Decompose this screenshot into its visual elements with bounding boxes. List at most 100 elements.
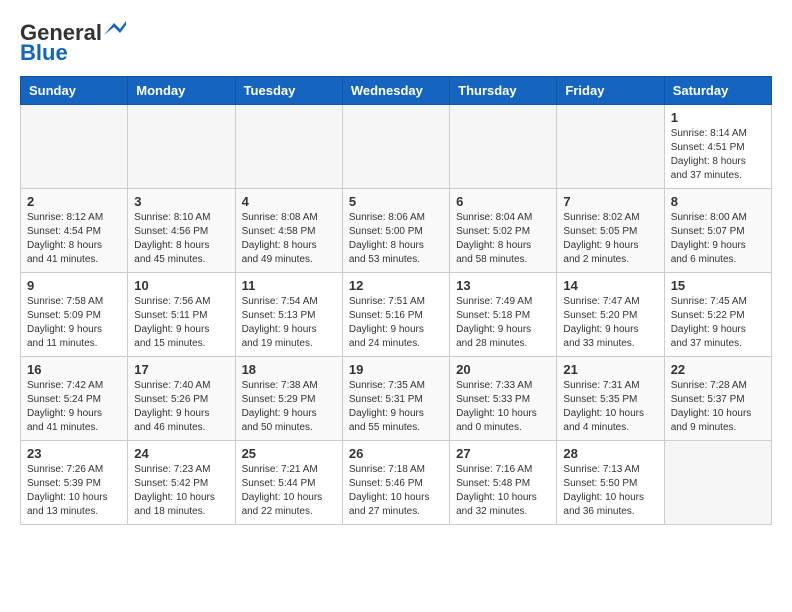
weekday-header: Saturday bbox=[664, 77, 771, 105]
day-number: 10 bbox=[134, 278, 228, 293]
day-info: Sunrise: 7:38 AM Sunset: 5:29 PM Dayligh… bbox=[242, 379, 336, 435]
calendar-cell: 4 Sunrise: 8:08 AM Sunset: 4:58 PM Daylig… bbox=[235, 189, 342, 273]
day-number: 20 bbox=[456, 362, 550, 377]
day-info: Sunrise: 7:49 AM Sunset: 5:18 PM Dayligh… bbox=[456, 295, 550, 351]
calendar-cell: 24 Sunrise: 7:23 AM Sunset: 5:42 PM Dayli… bbox=[128, 441, 235, 525]
calendar-week-row: 9 Sunrise: 7:58 AM Sunset: 5:09 PM Daylig… bbox=[21, 273, 772, 357]
calendar-cell bbox=[128, 105, 235, 189]
day-number: 9 bbox=[27, 278, 121, 293]
calendar-cell: 15Sunrise: 7:45 AM Sunset: 5:22 PM Dayli… bbox=[664, 273, 771, 357]
calendar-cell: 14 Sunrise: 7:47 AM Sunset: 5:20 PM Dayli… bbox=[557, 273, 664, 357]
day-info: Sunrise: 8:06 AM Sunset: 5:00 PM Dayligh… bbox=[349, 211, 443, 267]
calendar-cell: 7 Sunrise: 8:02 AM Sunset: 5:05 PM Daylig… bbox=[557, 189, 664, 273]
day-number: 3 bbox=[134, 194, 228, 209]
calendar-week-row: 2 Sunrise: 8:12 AM Sunset: 4:54 PM Daylig… bbox=[21, 189, 772, 273]
calendar-cell: 6 Sunrise: 8:04 AM Sunset: 5:02 PM Daylig… bbox=[450, 189, 557, 273]
day-number: 2 bbox=[27, 194, 121, 209]
calendar-cell bbox=[557, 105, 664, 189]
day-number: 25 bbox=[242, 446, 336, 461]
logo: General Blue bbox=[20, 20, 126, 66]
calendar-week-row: 1Sunrise: 8:14 AM Sunset: 4:51 PM Daylig… bbox=[21, 105, 772, 189]
day-info: Sunrise: 8:00 AM Sunset: 5:07 PM Dayligh… bbox=[671, 211, 765, 267]
calendar-cell: 5 Sunrise: 8:06 AM Sunset: 5:00 PM Daylig… bbox=[342, 189, 449, 273]
day-number: 26 bbox=[349, 446, 443, 461]
calendar-cell: 3 Sunrise: 8:10 AM Sunset: 4:56 PM Daylig… bbox=[128, 189, 235, 273]
calendar-cell: 22 Sunrise: 7:28 AM Sunset: 5:37 PM Dayli… bbox=[664, 357, 771, 441]
day-number: 28 bbox=[563, 446, 657, 461]
day-number: 13 bbox=[456, 278, 550, 293]
day-info: Sunrise: 7:16 AM Sunset: 5:48 PM Dayligh… bbox=[456, 463, 550, 519]
day-number: 4 bbox=[242, 194, 336, 209]
day-info: Sunrise: 7:58 AM Sunset: 5:09 PM Dayligh… bbox=[27, 295, 121, 351]
day-number: 18 bbox=[242, 362, 336, 377]
calendar-cell: 10 Sunrise: 7:56 AM Sunset: 5:11 PM Dayli… bbox=[128, 273, 235, 357]
day-number: 24 bbox=[134, 446, 228, 461]
calendar-cell: 2 Sunrise: 8:12 AM Sunset: 4:54 PM Daylig… bbox=[21, 189, 128, 273]
calendar-cell: 25 Sunrise: 7:21 AM Sunset: 5:44 PM Dayli… bbox=[235, 441, 342, 525]
calendar-cell: 27Sunrise: 7:16 AM Sunset: 5:48 PM Dayli… bbox=[450, 441, 557, 525]
logo-blue: Blue bbox=[20, 40, 68, 66]
day-info: Sunrise: 7:56 AM Sunset: 5:11 PM Dayligh… bbox=[134, 295, 228, 351]
weekday-header: Friday bbox=[557, 77, 664, 105]
calendar-cell: 8 Sunrise: 8:00 AM Sunset: 5:07 PM Daylig… bbox=[664, 189, 771, 273]
day-info: Sunrise: 7:31 AM Sunset: 5:35 PM Dayligh… bbox=[563, 379, 657, 435]
calendar-cell bbox=[664, 441, 771, 525]
calendar-cell: 1Sunrise: 8:14 AM Sunset: 4:51 PM Daylig… bbox=[664, 105, 771, 189]
day-info: Sunrise: 7:28 AM Sunset: 5:37 PM Dayligh… bbox=[671, 379, 765, 435]
day-number: 22 bbox=[671, 362, 765, 377]
calendar-cell: 21 Sunrise: 7:31 AM Sunset: 5:35 PM Dayli… bbox=[557, 357, 664, 441]
day-info: Sunrise: 8:04 AM Sunset: 5:02 PM Dayligh… bbox=[456, 211, 550, 267]
day-number: 6 bbox=[456, 194, 550, 209]
day-number: 14 bbox=[563, 278, 657, 293]
weekday-header: Monday bbox=[128, 77, 235, 105]
calendar-header-row: SundayMondayTuesdayWednesdayThursdayFrid… bbox=[21, 77, 772, 105]
day-number: 23 bbox=[27, 446, 121, 461]
day-number: 7 bbox=[563, 194, 657, 209]
calendar-week-row: 23 Sunrise: 7:26 AM Sunset: 5:39 PM Dayli… bbox=[21, 441, 772, 525]
day-number: 11 bbox=[242, 278, 336, 293]
calendar-cell: 19Sunrise: 7:35 AM Sunset: 5:31 PM Dayli… bbox=[342, 357, 449, 441]
calendar-cell: 17 Sunrise: 7:40 AM Sunset: 5:26 PM Dayli… bbox=[128, 357, 235, 441]
weekday-header: Tuesday bbox=[235, 77, 342, 105]
day-info: Sunrise: 8:12 AM Sunset: 4:54 PM Dayligh… bbox=[27, 211, 121, 267]
day-info: Sunrise: 7:51 AM Sunset: 5:16 PM Dayligh… bbox=[349, 295, 443, 351]
day-info: Sunrise: 8:08 AM Sunset: 4:58 PM Dayligh… bbox=[242, 211, 336, 267]
calendar-cell: 13 Sunrise: 7:49 AM Sunset: 5:18 PM Dayli… bbox=[450, 273, 557, 357]
calendar-table: SundayMondayTuesdayWednesdayThursdayFrid… bbox=[20, 76, 772, 525]
calendar-week-row: 16 Sunrise: 7:42 AM Sunset: 5:24 PM Dayli… bbox=[21, 357, 772, 441]
weekday-header: Wednesday bbox=[342, 77, 449, 105]
calendar-cell bbox=[450, 105, 557, 189]
calendar-cell: 12 Sunrise: 7:51 AM Sunset: 5:16 PM Dayli… bbox=[342, 273, 449, 357]
day-info: Sunrise: 8:02 AM Sunset: 5:05 PM Dayligh… bbox=[563, 211, 657, 267]
day-info: Sunrise: 8:10 AM Sunset: 4:56 PM Dayligh… bbox=[134, 211, 228, 267]
calendar-cell bbox=[342, 105, 449, 189]
day-info: Sunrise: 7:18 AM Sunset: 5:46 PM Dayligh… bbox=[349, 463, 443, 519]
day-number: 8 bbox=[671, 194, 765, 209]
calendar-cell: 23 Sunrise: 7:26 AM Sunset: 5:39 PM Dayli… bbox=[21, 441, 128, 525]
calendar-cell bbox=[21, 105, 128, 189]
day-number: 17 bbox=[134, 362, 228, 377]
day-number: 12 bbox=[349, 278, 443, 293]
calendar-cell: 20 Sunrise: 7:33 AM Sunset: 5:33 PM Dayli… bbox=[450, 357, 557, 441]
page-header: General Blue bbox=[20, 20, 772, 66]
day-number: 16 bbox=[27, 362, 121, 377]
day-info: Sunrise: 7:13 AM Sunset: 5:50 PM Dayligh… bbox=[563, 463, 657, 519]
calendar-cell: 26 Sunrise: 7:18 AM Sunset: 5:46 PM Dayli… bbox=[342, 441, 449, 525]
day-info: Sunrise: 7:45 AM Sunset: 5:22 PM Dayligh… bbox=[671, 295, 765, 351]
day-number: 5 bbox=[349, 194, 443, 209]
day-info: Sunrise: 7:42 AM Sunset: 5:24 PM Dayligh… bbox=[27, 379, 121, 435]
day-info: Sunrise: 7:40 AM Sunset: 5:26 PM Dayligh… bbox=[134, 379, 228, 435]
day-info: Sunrise: 8:14 AM Sunset: 4:51 PM Dayligh… bbox=[671, 127, 765, 183]
calendar-cell bbox=[235, 105, 342, 189]
day-info: Sunrise: 7:23 AM Sunset: 5:42 PM Dayligh… bbox=[134, 463, 228, 519]
day-info: Sunrise: 7:35 AM Sunset: 5:31 PM Dayligh… bbox=[349, 379, 443, 435]
weekday-header: Sunday bbox=[21, 77, 128, 105]
day-info: Sunrise: 7:26 AM Sunset: 5:39 PM Dayligh… bbox=[27, 463, 121, 519]
calendar-cell: 9 Sunrise: 7:58 AM Sunset: 5:09 PM Daylig… bbox=[21, 273, 128, 357]
day-info: Sunrise: 7:47 AM Sunset: 5:20 PM Dayligh… bbox=[563, 295, 657, 351]
calendar-cell: 11Sunrise: 7:54 AM Sunset: 5:13 PM Dayli… bbox=[235, 273, 342, 357]
day-number: 21 bbox=[563, 362, 657, 377]
day-info: Sunrise: 7:33 AM Sunset: 5:33 PM Dayligh… bbox=[456, 379, 550, 435]
calendar-cell: 18 Sunrise: 7:38 AM Sunset: 5:29 PM Dayli… bbox=[235, 357, 342, 441]
day-info: Sunrise: 7:21 AM Sunset: 5:44 PM Dayligh… bbox=[242, 463, 336, 519]
